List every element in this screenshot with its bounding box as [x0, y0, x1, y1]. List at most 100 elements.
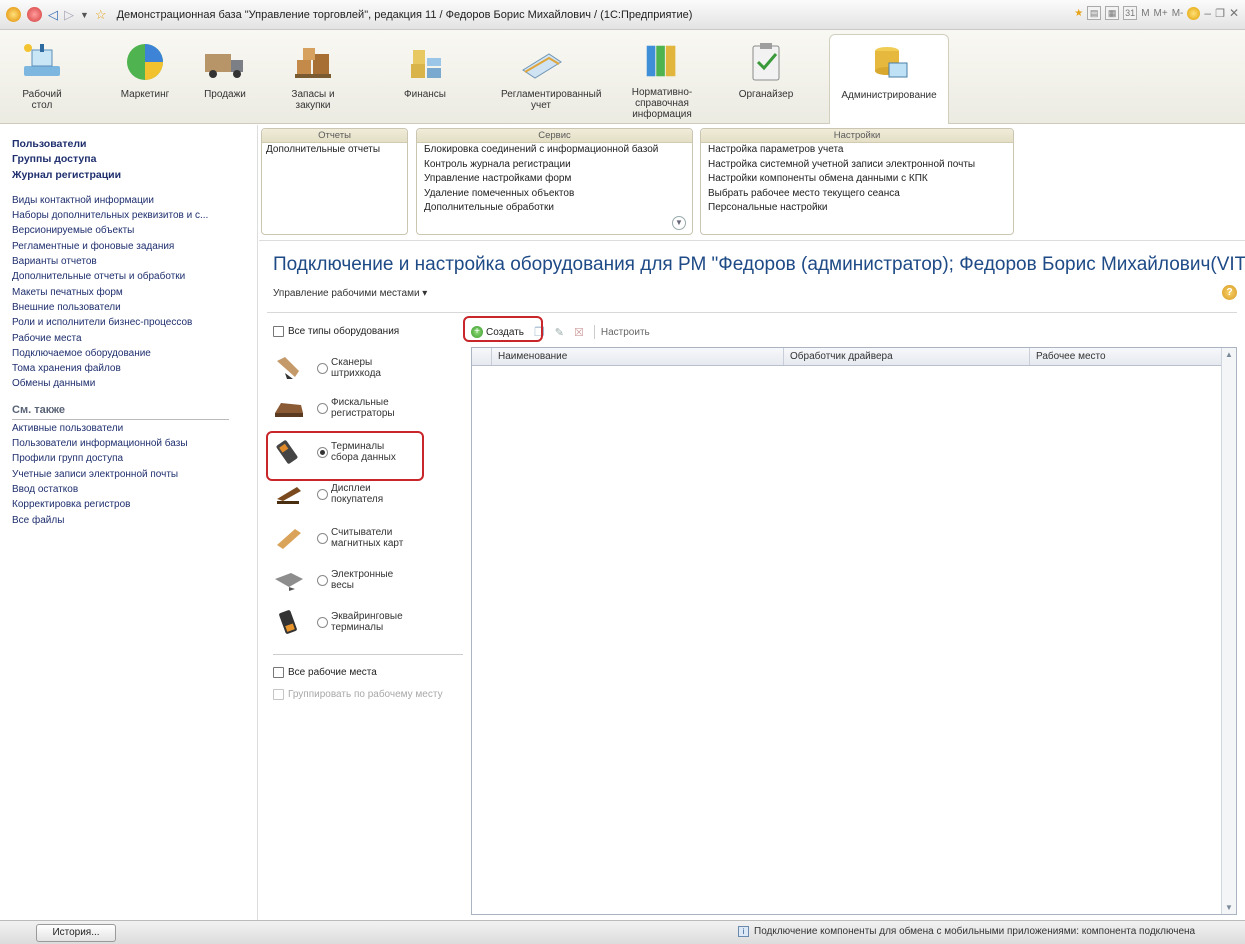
sidebar-item-users[interactable]: Пользователи [12, 137, 257, 152]
expand-panel-icon[interactable]: ▼ [672, 216, 686, 230]
forward-arrow-icon[interactable]: ▷ [64, 7, 74, 23]
settings-item[interactable]: Выбрать рабочее место текущего сеанса [701, 187, 1013, 202]
service-item[interactable]: Контроль журнала регистрации [417, 158, 692, 173]
all-workplaces-checkbox[interactable]: Все рабочие места [273, 667, 377, 678]
memory-mplus-button[interactable]: M+ [1154, 8, 1168, 19]
column-driver-handler[interactable]: Обработчик драйвера [784, 348, 1030, 365]
section-desktop[interactable]: Рабочий стол [14, 34, 70, 120]
see-also-item[interactable]: Все файлы [12, 513, 257, 528]
see-also-item[interactable]: Корректировка регистров [12, 497, 257, 512]
sidebar-item[interactable]: Макеты печатных форм [12, 285, 257, 300]
help-icon[interactable]: ? [1222, 285, 1237, 300]
scroll-down-icon[interactable]: ▼ [1225, 903, 1233, 912]
column-name[interactable]: Наименование [492, 348, 784, 365]
checkbox[interactable] [273, 689, 284, 700]
checkbox[interactable] [273, 326, 284, 337]
section-reference-info[interactable]: Нормативно-справочная информация [612, 34, 712, 120]
see-also-item[interactable]: Ввод остатков [12, 482, 257, 497]
device-type-card-readers[interactable]: Считыватели магнитных карт [273, 523, 463, 553]
back-arrow-icon[interactable]: ◁ [48, 7, 58, 23]
calculator-icon[interactable]: ▦ [1105, 6, 1120, 20]
device-type-acquiring[interactable]: Эквайринговые терминалы [273, 607, 463, 637]
history-dropdown-icon[interactable]: ▼ [80, 10, 89, 20]
sidebar-item-access-groups[interactable]: Группы доступа [12, 152, 257, 167]
device-type-scales[interactable]: Электронные весы [273, 565, 463, 595]
info-icon[interactable] [1187, 6, 1201, 20]
section-regulated-accounting[interactable]: Регламентированный учет [482, 34, 601, 120]
radio[interactable] [317, 574, 328, 586]
divider [273, 654, 463, 655]
minimize-icon[interactable]: – [1204, 6, 1211, 20]
radio[interactable] [317, 532, 328, 544]
scroll-up-icon[interactable]: ▲ [1225, 350, 1233, 359]
radio[interactable] [317, 488, 328, 500]
sidebar-item[interactable]: Виды контактной информации [12, 193, 257, 208]
radio[interactable] [317, 616, 328, 628]
radio[interactable] [317, 402, 328, 414]
sidebar-item[interactable]: Варианты отчетов [12, 254, 257, 269]
sidebar-item[interactable]: Рабочие места [12, 331, 257, 346]
radio[interactable] [317, 362, 328, 374]
title-right-controls: ★ ▤ ▦ 31 M M+ M- – ❐ ✕ [1074, 6, 1239, 20]
vertical-scrollbar[interactable]: ▲ ▼ [1221, 348, 1236, 914]
see-also-item[interactable]: Активные пользователи [12, 421, 257, 436]
settings-item[interactable]: Настройка параметров учета [701, 143, 1013, 158]
settings-item[interactable]: Настройки компоненты обмена данными с КП… [701, 172, 1013, 187]
sidebar-item[interactable]: Обмены данными [12, 376, 257, 391]
section-organizer[interactable]: Органайзер [734, 34, 798, 120]
sidebar-item[interactable]: Тома хранения файлов [12, 361, 257, 376]
sidebar-item[interactable]: Внешние пользователи [12, 300, 257, 315]
group-by-workplace-checkbox[interactable]: Группировать по рабочему месту [273, 689, 443, 700]
settings-item[interactable]: Настройка системной учетной записи элект… [701, 158, 1013, 173]
all-types-checkbox[interactable]: Все типы оборудования [273, 326, 399, 337]
workplaces-menu[interactable]: Управление рабочими местами ▾ [273, 288, 427, 299]
see-also-header: См. также [12, 402, 229, 420]
service-item[interactable]: Блокировка соединений с информационной б… [417, 143, 692, 158]
device-type-displays[interactable]: Дисплеи покупателя [273, 479, 463, 509]
copy-icon[interactable]: ▤ [1087, 6, 1102, 20]
service-panel: Сервис Блокировка соединений с информаци… [416, 128, 693, 235]
restore-icon[interactable]: ❐ [1215, 7, 1225, 20]
sidebar-item-event-log[interactable]: Журнал регистрации [12, 168, 257, 183]
sidebar-item[interactable]: Регламентные и фоновые задания [12, 239, 257, 254]
settings-item[interactable]: Персональные настройки [701, 201, 1013, 216]
equipment-table[interactable]: Наименование Обработчик драйвера Рабочее… [471, 347, 1237, 915]
edit-pencil-icon[interactable]: ✎ [555, 326, 564, 339]
sidebar-item[interactable]: Роли и исполнители бизнес-процессов [12, 315, 257, 330]
menu-dropdown-icon[interactable] [27, 7, 42, 22]
see-also-item[interactable]: Учетные записи электронной почты [12, 467, 257, 482]
section-marketing[interactable]: Маркетинг [115, 34, 175, 120]
configure-button[interactable]: Настроить [601, 327, 650, 338]
section-administration[interactable]: Администрирование [829, 34, 949, 124]
device-type-scanners[interactable]: Сканеры штрихкода [273, 353, 463, 383]
reports-item[interactable]: Дополнительные отчеты [262, 143, 407, 158]
see-also-item[interactable]: Пользователи информационной базы [12, 436, 257, 451]
column-workplace[interactable]: Рабочее место [1030, 348, 1222, 365]
sidebar-item[interactable]: Дополнительные отчеты и обработки [12, 269, 257, 284]
memory-m-button[interactable]: M [1141, 8, 1149, 19]
section-finance[interactable]: Финансы [400, 34, 450, 120]
boxes-icon [295, 48, 331, 78]
device-type-fiscal[interactable]: Фискальные регистраторы [273, 393, 463, 423]
memory-mminus-button[interactable]: M- [1172, 8, 1184, 19]
service-item[interactable]: Удаление помеченных объектов [417, 187, 692, 202]
see-also-item[interactable]: Профили групп доступа [12, 451, 257, 466]
checkbox[interactable] [273, 667, 284, 678]
section-stocks[interactable]: Запасы и закупки [285, 34, 341, 120]
favorites-star-icon[interactable]: ☆ [95, 7, 107, 23]
sidebar-item-connected-equipment[interactable]: Подключаемое оборудование [12, 346, 257, 361]
history-button[interactable]: История... [36, 924, 116, 942]
equipment-form: Подключение и настройка оборудования для… [259, 240, 1245, 920]
favorites-icon[interactable]: ★ [1074, 8, 1083, 19]
close-icon[interactable]: ✕ [1229, 6, 1239, 20]
binders-icon [646, 45, 676, 77]
sidebar-item[interactable]: Наборы дополнительных реквизитов и с... [12, 208, 257, 223]
service-item[interactable]: Дополнительные обработки [417, 201, 692, 216]
delete-icon[interactable]: ☒ [574, 326, 584, 339]
calendar-icon[interactable]: 31 [1123, 6, 1138, 20]
service-item[interactable]: Управление настройками форм [417, 172, 692, 187]
section-sales[interactable]: Продажи [200, 34, 250, 120]
app-logo-icon[interactable] [6, 7, 21, 22]
title-bar: ◁ ▷ ▼ ☆ Демонстрационная база "Управлени… [0, 0, 1245, 30]
sidebar-item[interactable]: Версионируемые объекты [12, 223, 257, 238]
